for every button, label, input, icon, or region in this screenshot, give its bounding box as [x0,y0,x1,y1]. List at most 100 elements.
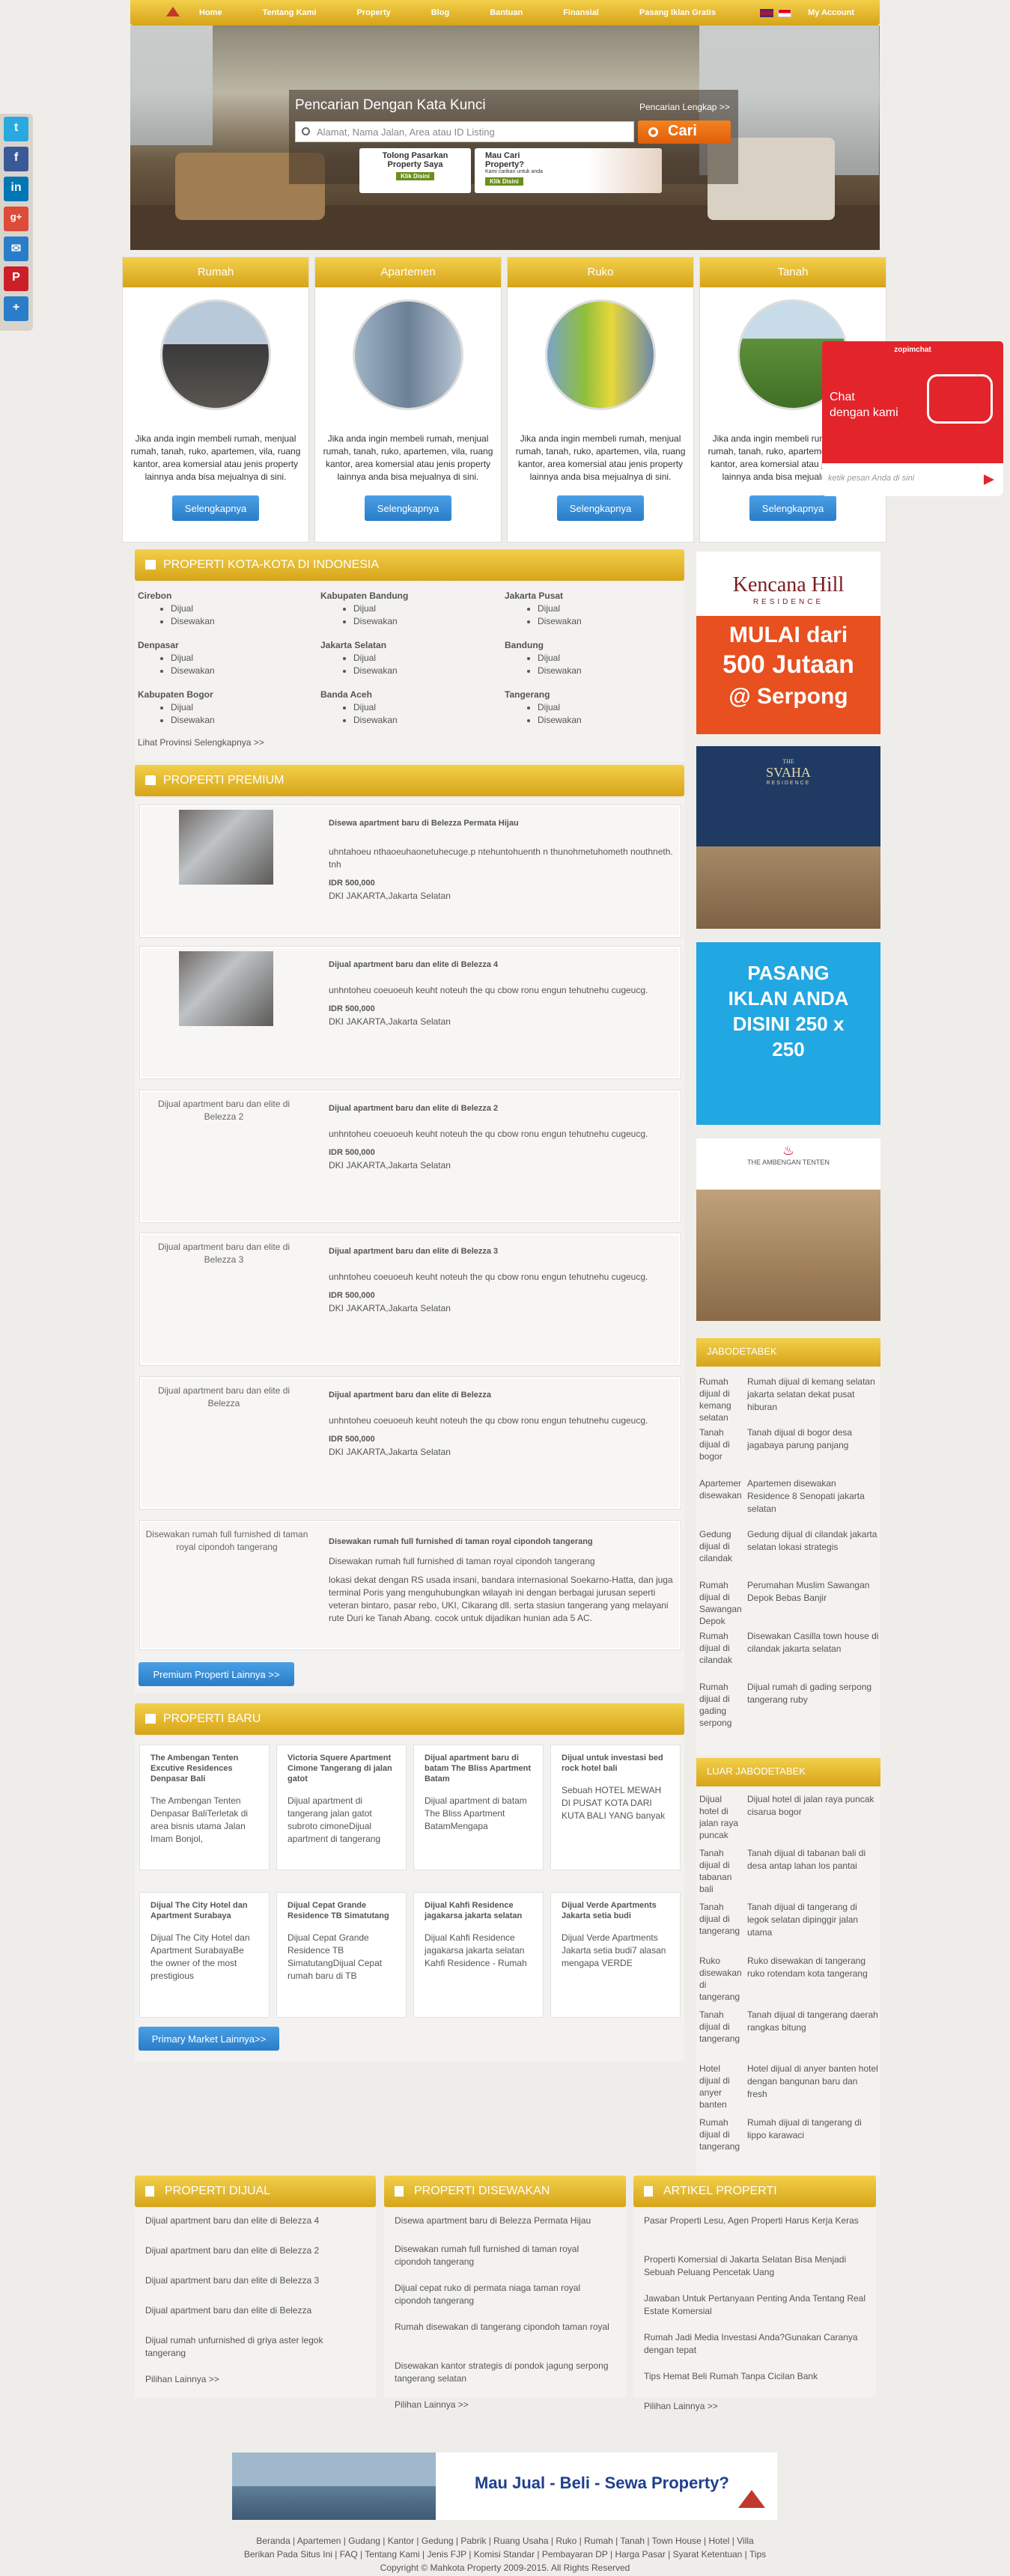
linkedin-icon[interactable]: in [4,177,28,201]
jabo-link[interactable]: Apartemen disewakan [699,1477,741,1528]
card-title[interactable]: The Ambengan Tenten Excutive Residences … [150,1753,258,1784]
nav-blog[interactable]: Blog [407,8,466,17]
nav-bantuan[interactable]: Bantuan [466,8,539,17]
promo-button[interactable]: Klik Disini [396,172,434,180]
city-disewakan-link[interactable]: Disewakan [353,714,398,727]
my-account-menu[interactable]: My Account [808,8,880,17]
city-disewakan-link[interactable]: Disewakan [538,714,582,727]
luar-link[interactable]: Ruko disewakan di tangerang ruko rotenda… [747,1955,879,2009]
promo-find-property[interactable]: Mau Cari Property? Kami carikan untuk an… [475,148,662,193]
premium-listing[interactable]: Dijual apartment baru dan elite di Belez… [139,946,681,1079]
nav-finansial[interactable]: Finansial [539,8,615,17]
disewakan-link[interactable]: Disewa apartment baru di Belezza Permata… [395,2215,612,2243]
jabo-link[interactable]: Rumah dijual di Sawangan Depok [699,1579,741,1630]
ad-ambengan-tenten[interactable]: ♨ THE AMBENGAN TENTEN [696,1138,880,1321]
english-flag-icon[interactable] [760,8,774,17]
luar-link[interactable]: Dijual hotel di jalan raya puncak [699,1793,741,1847]
jabo-link[interactable]: Dijual rumah di gading serpong tangerang… [747,1681,879,1732]
chat-input[interactable]: ketik pesan Anda di sini [822,463,1003,496]
city-name[interactable]: Tangerang [505,689,582,701]
luar-link[interactable]: Dijual hotel di jalan raya puncak cisaru… [747,1793,879,1847]
premium-listing[interactable]: Dijual apartment baru dan elite di Belez… [139,1233,681,1366]
promo-button[interactable]: Klik Disini [485,177,523,186]
new-property-card[interactable]: Dijual The City Hotel dan Apartment Sura… [139,1892,270,2018]
city-dijual-link[interactable]: Dijual [171,652,215,665]
artikel-link[interactable]: Properti Komersial di Jakarta Selatan Bi… [644,2253,866,2292]
city-name[interactable]: Kabupaten Bandung [320,590,408,602]
jabo-link[interactable]: Tanah dijual di bogor desa jagabaya paru… [747,1426,879,1477]
city-disewakan-link[interactable]: Disewakan [171,665,215,677]
disewakan-more-link[interactable]: Pilihan Lainnya >> [395,2399,612,2411]
dijual-link[interactable]: Dijual apartment baru dan elite di Belez… [145,2215,362,2244]
premium-listing[interactable]: Disewa apartment baru di Belezza Permata… [139,805,681,938]
nav-pasang-iklan[interactable]: Pasang Iklan Gratis [615,8,732,17]
listing-title[interactable]: Disewakan rumah full furnished di taman … [329,1537,593,1546]
city-dijual-link[interactable]: Dijual [538,701,582,714]
city-name[interactable]: Cirebon [138,590,215,602]
dijual-link[interactable]: Dijual apartment baru dan elite di Belez… [145,2274,362,2304]
listing-title[interactable]: Dijual apartment baru dan elite di Belez… [329,1104,498,1113]
city-disewakan-link[interactable]: Disewakan [353,665,398,677]
disewakan-link[interactable]: Disewakan kantor strategis di pondok jag… [395,2360,612,2399]
email-icon[interactable]: ✉ [4,236,28,261]
artikel-link[interactable]: Tips Hemat Beli Rumah Tanpa Cicilan Bank [644,2370,866,2400]
artikel-link[interactable]: Rumah Jadi Media Investasi Anda?Gunakan … [644,2331,866,2370]
jabo-link[interactable]: Gedung dijual di cilandak jakarta selata… [747,1528,879,1579]
luar-link[interactable]: Hotel dijual di anyer banten hotel denga… [747,2063,879,2116]
listing-title[interactable]: Dijual apartment baru dan elite di Belez… [329,1391,491,1400]
city-name[interactable]: Kabupaten Bogor [138,689,215,701]
listing-title[interactable]: Disewa apartment baru di Belezza Permata… [329,819,519,828]
card-title[interactable]: Dijual The City Hotel dan Apartment Sura… [150,1900,258,1921]
dijual-link[interactable]: Dijual apartment baru dan elite di Belez… [145,2304,362,2334]
city-name[interactable]: Bandung [505,639,582,652]
city-name[interactable]: Jakarta Selatan [320,639,398,652]
card-title[interactable]: Dijual Cepat Grande Residence TB Simatut… [288,1900,395,1921]
card-title[interactable]: Victoria Squere Apartment Cimone Tangera… [288,1753,395,1784]
disewakan-link[interactable]: Rumah disewakan di tangerang cipondoh ta… [395,2321,612,2360]
city-dijual-link[interactable]: Dijual [353,602,408,615]
jabo-link[interactable]: Rumah dijual di gading serpong [699,1681,741,1732]
chat-widget[interactable]: zopimchat Chat dengan kami ketik pesan An… [822,341,1003,496]
ad-pasang-iklan[interactable]: PASANG IKLAN ANDA DISINI 250 x 250 [696,942,880,1125]
new-property-card[interactable]: Dijual Cepat Grande Residence TB Simatut… [276,1892,407,2018]
nav-property[interactable]: Property [332,8,407,17]
city-dijual-link[interactable]: Dijual [538,602,582,615]
city-dijual-link[interactable]: Dijual [171,602,215,615]
ad-kencana-hill[interactable]: Kencana Hill RESIDENCE MULAI dari 500 Ju… [696,552,880,734]
listing-title[interactable]: Dijual apartment baru dan elite di Belez… [329,1247,498,1256]
more-provinces-link[interactable]: Lihat Provinsi Selengkapnya >> [138,736,264,749]
listing-image[interactable] [179,810,273,885]
pinterest-icon[interactable]: P [4,266,28,291]
new-property-card[interactable]: Dijual Verde Apartments Jakarta setia bu… [550,1892,681,2018]
city-name[interactable]: Jakarta Pusat [505,590,582,602]
luar-link[interactable]: Ruko disewakan di tangerang [699,1955,741,2009]
new-property-card[interactable]: Dijual Kahfi Residence jagakarsa jakarta… [413,1892,544,2018]
disewakan-link[interactable]: Dijual cepat ruko di permata niaga taman… [395,2282,612,2321]
dijual-link[interactable]: Dijual apartment baru dan elite di Belez… [145,2244,362,2274]
nav-home[interactable]: Home [175,8,239,17]
luar-link[interactable]: Tanah dijual di tabanan bali di desa ant… [747,1847,879,1901]
listing-image-alt[interactable]: Dijual apartment baru dan elite di Belez… [149,1385,299,1410]
city-dijual-link[interactable]: Dijual [538,652,582,665]
category-more-button[interactable]: Selengkapnya [749,495,836,521]
share-icon[interactable]: + [4,296,28,321]
luar-link[interactable]: Hotel dijual di anyer banten [699,2063,741,2116]
listing-image-alt[interactable]: Dijual apartment baru dan elite di Belez… [149,1098,299,1123]
new-property-card[interactable]: Dijual untuk investasi bed rock hotel ba… [550,1745,681,1870]
ad-svaha-residence[interactable]: THE SVAHA RESIDENCE [696,746,880,929]
new-property-card[interactable]: Victoria Squere Apartment Cimone Tangera… [276,1745,407,1870]
luar-link[interactable]: Tanah dijual di tangerang daerah rangkas… [747,2009,879,2063]
card-title[interactable]: Dijual untuk investasi bed rock hotel ba… [562,1753,669,1774]
luar-link[interactable]: Tanah dijual di tangerang [699,1901,741,1955]
city-name[interactable]: Denpasar [138,639,215,652]
indonesia-flag-icon[interactable] [778,8,792,17]
dijual-link[interactable]: Dijual rumah unfurnished di griya aster … [145,2334,362,2373]
search-button[interactable]: Cari [638,120,731,144]
twitter-icon[interactable]: t [4,117,28,141]
artikel-link[interactable]: Pasar Properti Lesu, Agen Properti Harus… [644,2215,866,2253]
jabo-link[interactable]: Tanah dijual di bogor [699,1426,741,1477]
disewakan-link[interactable]: Disewakan rumah full furnished di taman … [395,2243,612,2282]
primary-market-more-button[interactable]: Primary Market Lainnya>> [139,2027,279,2051]
new-property-card[interactable]: Dijual apartment baru di batam The Bliss… [413,1745,544,1870]
category-more-button[interactable]: Selengkapnya [172,495,259,521]
